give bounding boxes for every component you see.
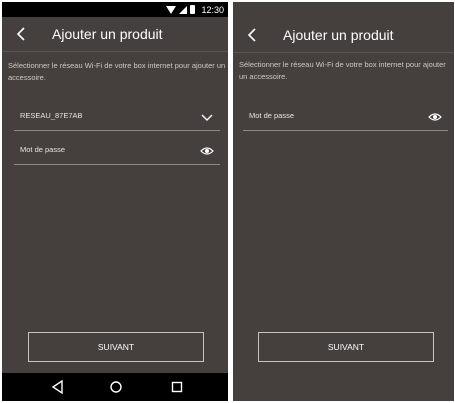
chevron-down-icon: [201, 114, 213, 121]
left-phone-screen: 12:30 Ajouter un produit Sélectionner le…: [2, 2, 228, 401]
instruction-text: Sélectionner le réseau Wi-Fi de votre bo…: [239, 60, 446, 81]
status-time: 12:30: [201, 4, 224, 15]
app-bar: Ajouter un produit: [2, 17, 228, 52]
instruction-text: Sélectionner le réseau Wi-Fi de votre bo…: [8, 61, 226, 82]
next-button[interactable]: SUIVANT: [28, 332, 204, 362]
recents-square-icon[interactable]: [169, 379, 185, 395]
app-bar-divider: [2, 51, 228, 52]
password-field[interactable]: Mot de passe: [14, 137, 220, 165]
chevron-left-icon[interactable]: [244, 26, 262, 44]
battery-icon: [190, 5, 196, 14]
app-bar-divider: [233, 52, 454, 53]
network-select[interactable]: RESEAU_87E7AB: [14, 103, 220, 131]
eye-icon[interactable]: [200, 145, 214, 157]
network-value: RESEAU_87E7AB: [20, 111, 83, 120]
status-bar: 12:30: [2, 2, 228, 17]
page-title: Ajouter un produit: [283, 27, 394, 43]
password-placeholder: Mot de passe: [20, 145, 66, 154]
next-button[interactable]: SUIVANT: [258, 332, 434, 362]
wifi-icon: [166, 5, 177, 14]
right-phone-screen: Ajouter un produit Sélectionner le résea…: [233, 2, 454, 401]
home-circle-icon[interactable]: [108, 379, 124, 395]
eye-icon[interactable]: [428, 111, 442, 123]
password-field[interactable]: Mot de passe: [243, 103, 448, 131]
back-triangle-icon[interactable]: [50, 379, 66, 395]
signal-icon: [179, 5, 188, 14]
system-nav-bar: [2, 373, 228, 401]
app-bar: Ajouter un produit: [233, 18, 454, 53]
password-placeholder: Mot de passe: [249, 111, 295, 120]
chevron-left-icon[interactable]: [13, 25, 31, 43]
page-title: Ajouter un produit: [52, 26, 163, 42]
